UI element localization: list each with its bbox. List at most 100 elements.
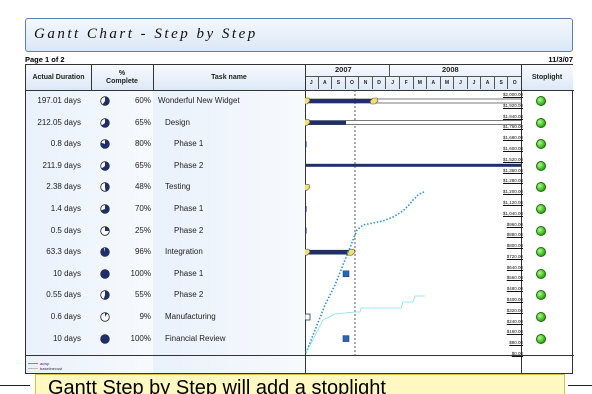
cost-axis-label: $400.00 bbox=[506, 297, 523, 303]
month-label: F bbox=[398, 77, 413, 89]
progress-pie-icon bbox=[100, 182, 110, 193]
stoplight-green-icon bbox=[536, 290, 546, 301]
header-stoplight[interactable]: Stoplight bbox=[521, 65, 573, 90]
percent-cell: 65% bbox=[100, 113, 154, 133]
duration-cell: 0.6 days bbox=[50, 312, 81, 321]
task-bar bbox=[305, 141, 307, 148]
task-bar bbox=[305, 227, 307, 234]
progress-pie-icon bbox=[100, 117, 110, 128]
cost-axis-label: $1,680.00 bbox=[502, 135, 523, 141]
header-task-name[interactable]: Task name bbox=[153, 65, 305, 90]
percent-cell: 96% bbox=[100, 242, 154, 262]
stoplight-green-icon bbox=[536, 117, 546, 128]
percent-value: 48% bbox=[134, 182, 151, 192]
task-bar bbox=[342, 335, 350, 342]
header-actual-duration[interactable]: Actual Duration bbox=[26, 65, 91, 90]
progress-pie-icon bbox=[100, 161, 110, 171]
percent-cell: 48% bbox=[100, 177, 154, 197]
caption-text: Gantt Step by Step will add a stoplight bbox=[48, 377, 386, 394]
phase2-bar bbox=[306, 163, 521, 167]
month-label: M bbox=[412, 77, 427, 89]
progress-pie-icon bbox=[100, 225, 110, 236]
header-percent-complete[interactable]: % Complete bbox=[91, 65, 153, 90]
cost-axis-label: $720.00 bbox=[506, 253, 523, 259]
percent-value: 65% bbox=[134, 160, 151, 170]
summary-bar-progress bbox=[306, 99, 374, 103]
month-label: J bbox=[385, 77, 399, 89]
cost-axis-label: $640.00 bbox=[506, 264, 523, 270]
duration-cell: 10 days bbox=[52, 333, 81, 343]
page-indicator: Page 1 of 2 bbox=[25, 55, 65, 64]
duration-cell: 10 days bbox=[52, 268, 81, 278]
cost-axis-label: $1,840.00 bbox=[502, 113, 523, 119]
cost-axis-label: $480.00 bbox=[506, 286, 523, 292]
month-label: O bbox=[344, 77, 359, 89]
year-2008: 2008 bbox=[442, 65, 459, 74]
percent-value: 65% bbox=[134, 117, 151, 127]
percent-value: 9% bbox=[139, 312, 151, 321]
percent-value: 25% bbox=[134, 225, 151, 235]
month-label: J bbox=[453, 77, 467, 89]
duration-cell: 0.55 days bbox=[46, 290, 81, 300]
percent-cell: 80% bbox=[100, 134, 154, 154]
month-label: D bbox=[371, 77, 386, 89]
duration-cell: 0.5 days bbox=[50, 225, 81, 235]
timeline-chart bbox=[305, 90, 521, 355]
design-bar-progress bbox=[306, 120, 346, 125]
stoplight-green-icon bbox=[536, 333, 546, 344]
percent-value: 96% bbox=[134, 247, 151, 257]
month-label: N bbox=[358, 77, 372, 89]
month-scale: JASONDJFMAMJJASO bbox=[305, 77, 521, 89]
month-label: O bbox=[507, 77, 521, 89]
progress-pie-icon bbox=[100, 269, 110, 279]
percent-cell: 100% bbox=[100, 264, 154, 284]
cost-axis-label: $1,360.00 bbox=[502, 167, 523, 173]
progress-pie-icon bbox=[100, 204, 110, 214]
month-label: A bbox=[480, 77, 494, 89]
chart-legend: acwp baselinecost bbox=[28, 361, 62, 371]
progress-pie-icon bbox=[100, 247, 110, 257]
percent-value: 100% bbox=[130, 268, 151, 278]
percent-value: 70% bbox=[134, 204, 151, 213]
year-2007: 2007 bbox=[335, 65, 352, 74]
month-label: A bbox=[317, 77, 332, 89]
stoplight-green-icon bbox=[536, 139, 546, 150]
report-title: Gantt Chart - Step by Step bbox=[34, 26, 258, 42]
cost-axis-label: $240.00 bbox=[506, 318, 523, 324]
cost-axis-label: $1,600.00 bbox=[502, 145, 523, 151]
task-name-cell: Testing bbox=[165, 182, 191, 192]
cost-axis-label: $160.00 bbox=[506, 329, 523, 335]
cost-axis-label: $1,200.00 bbox=[502, 189, 523, 195]
cost-axis-label: $1,920.00 bbox=[502, 102, 523, 108]
cost-axis-label: $800.00 bbox=[506, 243, 523, 249]
stoplight-green-icon bbox=[536, 312, 546, 322]
percent-value: 80% bbox=[134, 139, 151, 149]
task-name-cell: Financial Review bbox=[165, 333, 226, 343]
progress-pie-icon bbox=[100, 96, 110, 106]
percent-value: 60% bbox=[134, 96, 151, 105]
percent-cell: 70% bbox=[100, 199, 154, 219]
progress-pie-icon bbox=[100, 312, 110, 322]
task-name-cell: Phase 1 bbox=[174, 268, 204, 278]
stoplight-green-icon bbox=[536, 182, 546, 193]
gantt-report: Gantt Chart - Step by Step Page 1 of 2 1… bbox=[25, 18, 574, 384]
duration-cell: 63.3 days bbox=[46, 247, 81, 257]
progress-pie-icon bbox=[100, 333, 110, 344]
task-bar bbox=[305, 313, 311, 321]
cost-axis-label: $960.00 bbox=[506, 221, 523, 227]
percent-cell: 9% bbox=[100, 307, 154, 327]
header-timeline: 2007 2008 JASONDJFMAMJJASO bbox=[305, 65, 521, 90]
cost-axis-label: $80.00 bbox=[509, 340, 523, 346]
task-bar bbox=[342, 270, 350, 278]
progress-pie-icon bbox=[100, 290, 110, 301]
duration-cell: 2.38 days bbox=[46, 182, 81, 192]
stoplight-green-icon bbox=[536, 204, 546, 214]
cost-axis-label: $0.00 bbox=[511, 351, 523, 356]
percent-cell: 55% bbox=[100, 285, 154, 305]
percent-value: 100% bbox=[130, 333, 151, 343]
stoplight-green-icon bbox=[536, 96, 546, 106]
percent-cell: 25% bbox=[100, 221, 154, 241]
stoplight-green-icon bbox=[536, 247, 546, 258]
task-name-cell: Phase 2 bbox=[174, 225, 204, 235]
duration-cell: 211.9 days bbox=[42, 160, 81, 170]
